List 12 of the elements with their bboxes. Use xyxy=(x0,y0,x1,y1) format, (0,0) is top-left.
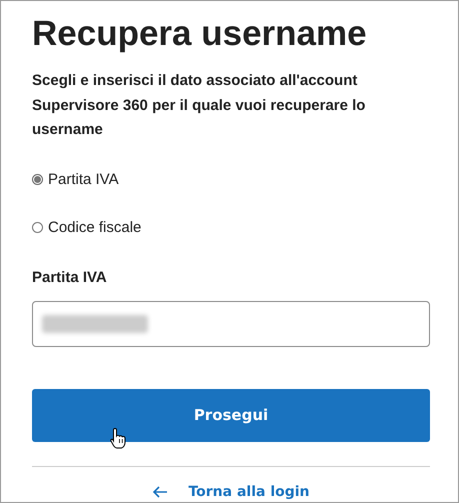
radio-button[interactable] xyxy=(32,174,43,185)
back-link[interactable]: Torna alla login xyxy=(152,484,310,500)
radio-label[interactable]: Codice fiscale xyxy=(48,219,142,236)
left-arrow-icon xyxy=(152,486,168,498)
field-label: Partita IVA xyxy=(32,268,108,288)
radio-button[interactable] xyxy=(32,222,43,233)
radio-label[interactable]: Partita IVA xyxy=(48,171,119,188)
hand-pointer-icon xyxy=(110,426,126,448)
continue-button[interactable]: Prosegui xyxy=(32,388,430,442)
page-title: Recupera username xyxy=(32,13,368,55)
instructions-text: Scegli e inserisci il dato associato all'account Supervisore 360 per il quale vuoi recuperare lo username xyxy=(32,71,366,140)
input-field[interactable] xyxy=(32,300,430,346)
